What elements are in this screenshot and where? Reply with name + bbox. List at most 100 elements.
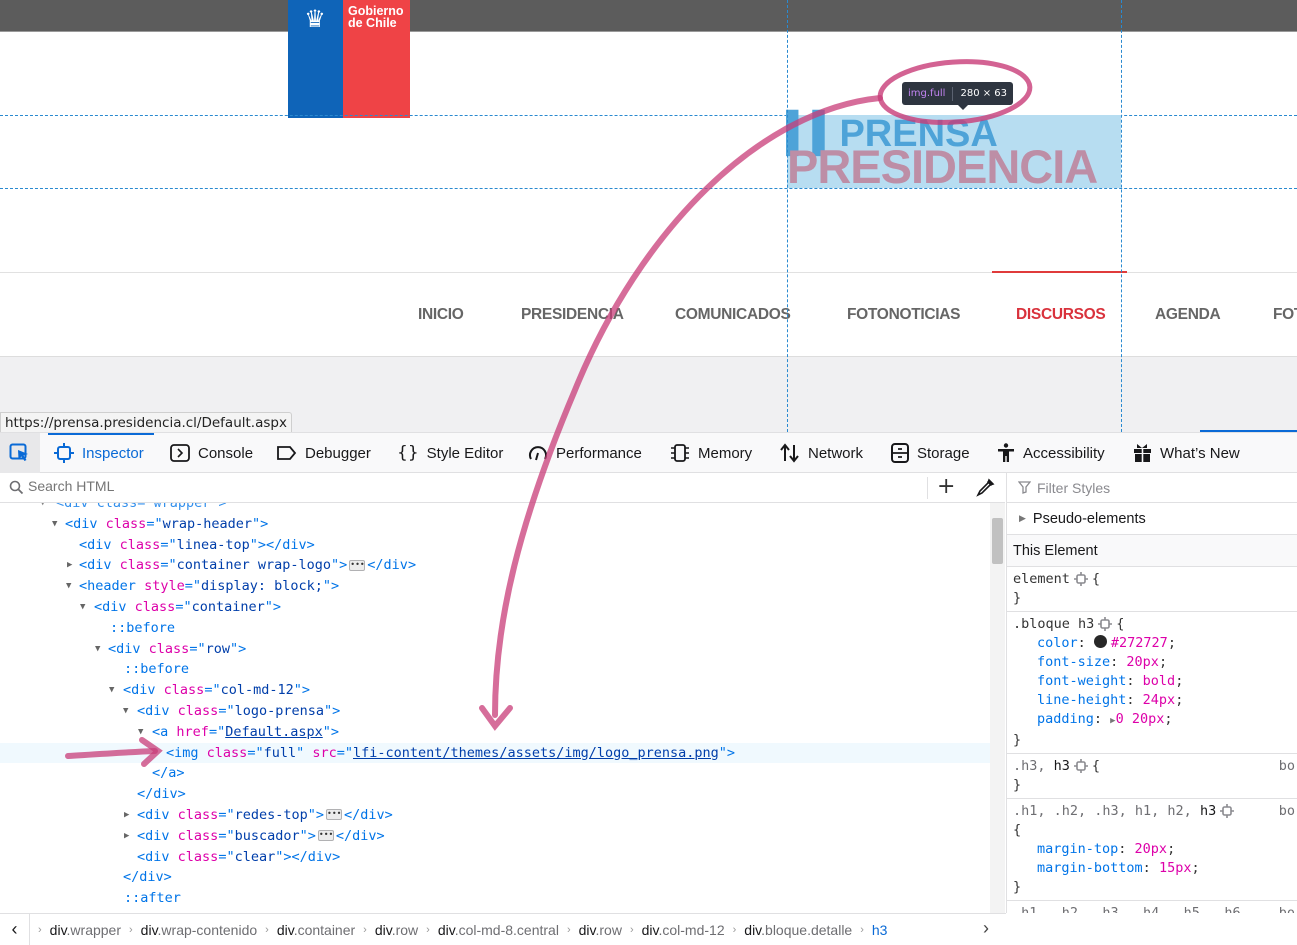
tab-memory[interactable]: Memory	[670, 433, 752, 473]
tab-storage[interactable]: Storage	[891, 433, 970, 473]
markup-scrollbar-thumb[interactable]	[992, 518, 1003, 564]
markup-pseudo[interactable]: ::before	[0, 659, 990, 680]
expand-ellipsis-button[interactable]: •••	[326, 809, 342, 821]
pseudo-elements-toggle[interactable]: ▶ Pseudo-elements	[1007, 503, 1297, 535]
stylesheet-link[interactable]: bo	[1279, 757, 1295, 776]
css-rule[interactable]: element{}	[1007, 567, 1297, 612]
markup-node[interactable]: ▼ <header style="display: block;">	[0, 576, 990, 597]
css-rule[interactable]: .bloque h3{ color: #272727; font-size: 2…	[1007, 612, 1297, 754]
tooltip-selector: img.full	[908, 88, 946, 99]
css-declaration[interactable]: margin-top: 20px;	[1013, 840, 1297, 859]
tab-whats-new[interactable]: What’s New	[1133, 433, 1240, 473]
markup-node[interactable]: ▼ <div class="wrap-header">	[0, 514, 990, 535]
nav-item-presidencia[interactable]: PRESIDENCIA	[521, 306, 624, 324]
storage-icon	[891, 443, 909, 463]
src-link[interactable]: lfi-content/themes/assets/img/logo_prens…	[353, 745, 719, 761]
breadcrumb-item[interactable]: div.row	[579, 922, 622, 938]
color-swatch[interactable]	[1093, 635, 1107, 648]
markup-scrollbar[interactable]	[990, 503, 1005, 913]
search-html-input[interactable]	[28, 478, 908, 494]
markup-node[interactable]: <div class="linea-top"></div>	[0, 535, 990, 556]
markup-pseudo[interactable]: ::before	[0, 618, 990, 639]
node-highlight-icon[interactable]	[1098, 617, 1113, 631]
markup-node[interactable]: </div>	[0, 784, 990, 805]
filter-icon	[1018, 481, 1031, 494]
node-highlight-icon[interactable]	[1220, 804, 1235, 818]
tab-label: Memory	[698, 444, 753, 462]
tab-debugger[interactable]: Debugger	[276, 433, 371, 473]
gobierno-de-chile-logo[interactable]: ♛ Gobierno de Chile	[288, 0, 410, 118]
markup-node[interactable]: ▼ <a href="Default.aspx">	[0, 722, 990, 743]
chevron-right-icon: ›	[732, 923, 737, 936]
breadcrumb-forward-button[interactable]: ›	[983, 918, 989, 939]
css-declaration[interactable]: padding: ▶0 20px;	[1013, 710, 1297, 731]
expand-triangle-icon: ▶	[1019, 513, 1026, 523]
chevron-right-icon: ›	[38, 923, 42, 936]
breadcrumb: ‹ › div.wrapper › div.wrap-contenido › div.…	[0, 913, 1006, 945]
element-picker-button[interactable]	[0, 433, 40, 473]
css-declaration[interactable]: line-height: 24px;	[1013, 691, 1297, 710]
markup-node-selected[interactable]: <img class="full" src="lfi-content/theme…	[0, 742, 990, 764]
markup-search-bar: +	[0, 473, 1005, 503]
breadcrumb-back-button[interactable]: ‹	[0, 914, 30, 945]
tab-label: Network	[808, 444, 864, 462]
tab-inspector[interactable]: Inspector	[48, 433, 154, 473]
nav-item-fotonoticias[interactable]: FOTONOTICIAS	[847, 306, 961, 324]
markup-node[interactable]: ▶ <div class="redes-top"> ••• </div>	[0, 805, 990, 826]
filter-styles-input[interactable]: Filter Styles	[1037, 480, 1110, 496]
element-highlight-tooltip: img.full 280 × 63	[902, 82, 1014, 110]
tab-label: What’s New	[1160, 444, 1240, 462]
markup-pseudo[interactable]: ::after	[0, 888, 990, 909]
markup-node[interactable]: </a>	[0, 763, 990, 784]
markup-node[interactable]: ▼ <div class="row">	[0, 639, 990, 660]
stylesheet-link[interactable]: bo	[1279, 802, 1295, 821]
status-url: https://prensa.presidencia.cl/Default.as…	[0, 412, 292, 433]
nav-item-fot[interactable]: FOT	[1273, 306, 1297, 324]
nav-item-inicio[interactable]: INICIO	[418, 306, 464, 324]
breadcrumb-item[interactable]: div.wrap-contenido	[141, 922, 257, 938]
markup-node[interactable]: ▶ <div class="buscador"> ••• </div>	[0, 826, 990, 847]
css-declaration[interactable]: margin-bottom: 15px;	[1013, 859, 1297, 878]
node-highlight-icon[interactable]	[1073, 759, 1088, 773]
breadcrumb-item[interactable]: div.col-md-8.central	[438, 922, 559, 938]
nav-item-agenda[interactable]: AGENDA	[1155, 306, 1221, 324]
markup-node[interactable]: ▼ <div class="wrapper">	[0, 503, 990, 514]
breadcrumb-item-current[interactable]: h3	[872, 922, 888, 938]
css-declaration[interactable]: color: #272727;	[1013, 634, 1297, 653]
tab-accessibility[interactable]: Accessibility	[997, 433, 1105, 473]
node-highlight-icon[interactable]	[1073, 572, 1088, 586]
css-rule[interactable]: .h1, .h2, .h3, h1, h2, h3{ margin-top: 2…	[1007, 799, 1297, 901]
chevron-right-icon: ›	[566, 923, 571, 936]
tab-console[interactable]: Console	[170, 433, 253, 473]
css-rule[interactable]: .h3, h3{} bo	[1007, 754, 1297, 799]
breadcrumb-item[interactable]: div.wrapper	[50, 922, 121, 938]
expand-ellipsis-button[interactable]: •••	[349, 559, 366, 571]
markup-node[interactable]: ▼ <div class="logo-prensa">	[0, 701, 990, 722]
css-rule[interactable]: .h1, .h2, .h3, .h4, .h5, .h6,h1, h2, h3,…	[1007, 901, 1297, 913]
breadcrumb-item[interactable]: div.bloque.detalle	[744, 922, 852, 938]
breadcrumb-item[interactable]: div.col-md-12	[642, 922, 725, 938]
href-link[interactable]: Default.aspx	[225, 724, 323, 740]
nav-item-discursos[interactable]: DISCURSOS	[1016, 306, 1106, 324]
markup-node[interactable]: </div>	[0, 867, 990, 888]
markup-node[interactable]: ▼ <div class="col-md-12">	[0, 680, 990, 701]
breadcrumb-item[interactable]: div.row	[375, 922, 418, 938]
stylesheet-link[interactable]: bo	[1279, 904, 1295, 913]
css-declaration[interactable]: font-size: 20px;	[1013, 653, 1297, 672]
markup-node[interactable]: ▼ <div class="container">	[0, 597, 990, 618]
css-declaration[interactable]: font-weight: bold;	[1013, 672, 1297, 691]
eyedropper-icon[interactable]	[975, 478, 995, 498]
tab-performance[interactable]: Performance	[528, 433, 642, 473]
filter-styles-row[interactable]: Filter Styles	[1007, 473, 1297, 503]
nav-item-comunicados[interactable]: COMUNICADOS	[675, 306, 791, 324]
markup-node[interactable]: <div class="clear"></div>	[0, 847, 990, 868]
tab-style-editor[interactable]: {} Style Editor	[397, 433, 503, 473]
coat-of-arms-icon: ♛	[304, 5, 326, 33]
prensa-presidencia-logo[interactable]: ▍▍PRENSA PRESIDENCIA	[787, 113, 1121, 191]
breadcrumb-item[interactable]: div.container	[277, 922, 355, 938]
add-node-button[interactable]: +	[937, 475, 955, 499]
tab-network[interactable]: Network	[779, 433, 863, 473]
markup-view[interactable]: ▼ <div class="wrapper"> ▼ <div class="wrap…	[0, 503, 990, 913]
markup-node[interactable]: ▶ <div class="container wrap-logo"> ••• </d…	[0, 555, 990, 576]
expand-ellipsis-button[interactable]: •••	[317, 830, 334, 842]
